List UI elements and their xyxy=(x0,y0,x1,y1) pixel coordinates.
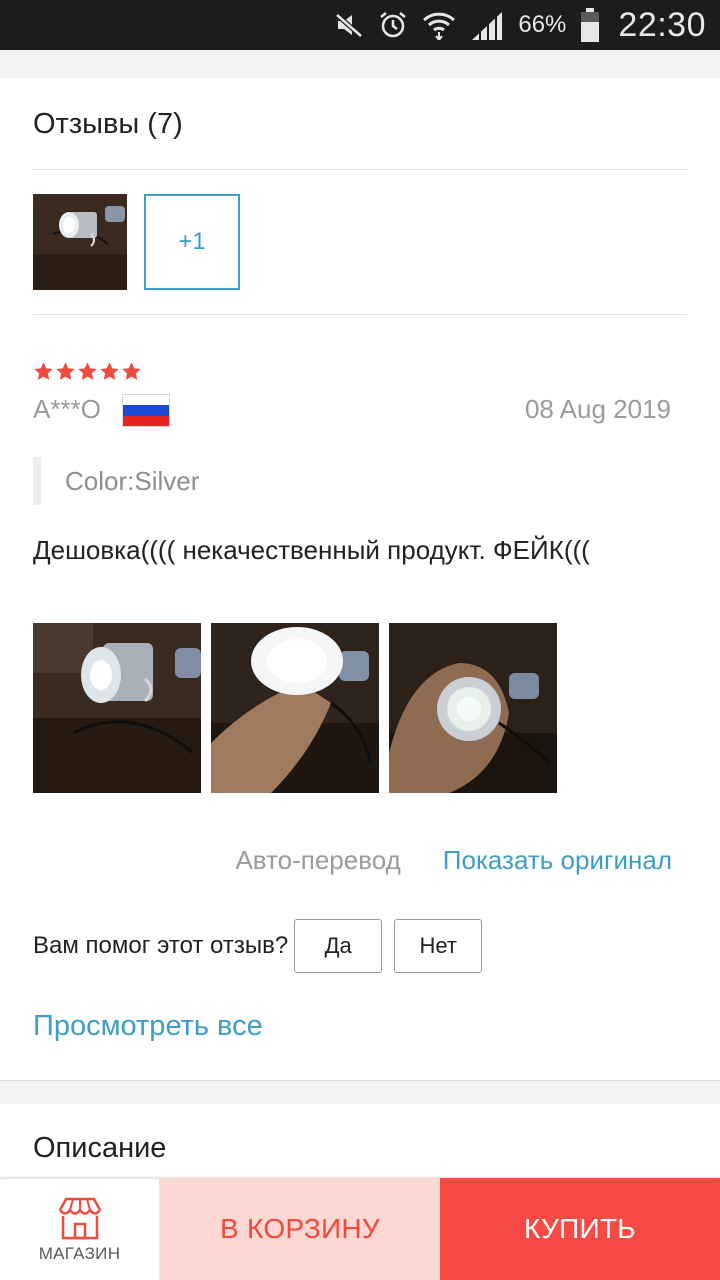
review-photo-1[interactable] xyxy=(33,623,201,793)
buy-now-button[interactable]: КУПИТЬ xyxy=(440,1178,720,1280)
star-icon xyxy=(56,362,75,380)
signal-icon xyxy=(470,10,504,40)
flashlight-photo-icon xyxy=(33,194,127,290)
mute-icon xyxy=(334,12,364,38)
divider xyxy=(33,169,687,170)
review-attribute: Color:Silver xyxy=(33,457,199,505)
star-rating xyxy=(33,361,142,382)
star-icon xyxy=(100,362,119,380)
translation-row: Авто-перевод Показать оригинал xyxy=(0,845,672,876)
helpful-row: Вам помог этот отзыв? Да Нет xyxy=(33,919,483,973)
helpful-question: Вам помог этот отзыв? xyxy=(33,932,289,959)
divider xyxy=(33,314,687,315)
helpful-no-button[interactable]: Нет xyxy=(394,919,483,973)
show-original-link[interactable]: Показать оригинал xyxy=(443,845,672,876)
view-all-reviews-link[interactable]: Просмотреть все xyxy=(33,1010,263,1043)
reviews-title[interactable]: Отзывы (7) xyxy=(33,108,183,141)
russia-flag-icon xyxy=(122,394,170,427)
store-icon xyxy=(58,1197,101,1239)
bottom-action-bar: МАГАЗИН В КОРЗИНУ КУПИТЬ xyxy=(0,1178,720,1280)
review-text: Дешовка(((( некачественный продукт. ФЕЙК… xyxy=(33,535,590,565)
alarm-icon xyxy=(378,10,408,40)
section-gap-top xyxy=(0,50,720,78)
star-icon xyxy=(34,362,53,380)
description-title[interactable]: Описание xyxy=(33,1132,166,1165)
review-author: A***O xyxy=(33,394,101,424)
section-gap xyxy=(0,1080,720,1104)
helpful-yes-button[interactable]: Да xyxy=(294,919,383,973)
add-to-cart-button[interactable]: В КОРЗИНУ xyxy=(160,1178,440,1280)
review-photo-3[interactable] xyxy=(389,623,557,793)
star-icon xyxy=(122,362,141,380)
status-bar: 66% 22:30 xyxy=(0,0,720,50)
review-date: 08 Aug 2019 xyxy=(524,394,671,424)
reviews-section: Отзывы (7) +1 A***O 08 Aug 2019 Color:Si… xyxy=(0,78,720,1080)
auto-translate-label: Авто-перевод xyxy=(235,845,401,875)
shop-button[interactable]: МАГАЗИН xyxy=(0,1178,160,1280)
battery-icon xyxy=(580,8,600,42)
wifi-icon xyxy=(422,10,456,40)
shop-label: МАГАЗИН xyxy=(38,1243,121,1263)
more-photos-button[interactable]: +1 xyxy=(144,194,240,290)
clock: 22:30 xyxy=(618,5,706,44)
star-icon xyxy=(78,362,97,380)
review-photo-thumb[interactable] xyxy=(33,194,127,290)
status-icons: 66% 22:30 xyxy=(334,0,706,50)
review-photo-2[interactable] xyxy=(211,623,379,793)
battery-percent: 66% xyxy=(518,11,567,38)
